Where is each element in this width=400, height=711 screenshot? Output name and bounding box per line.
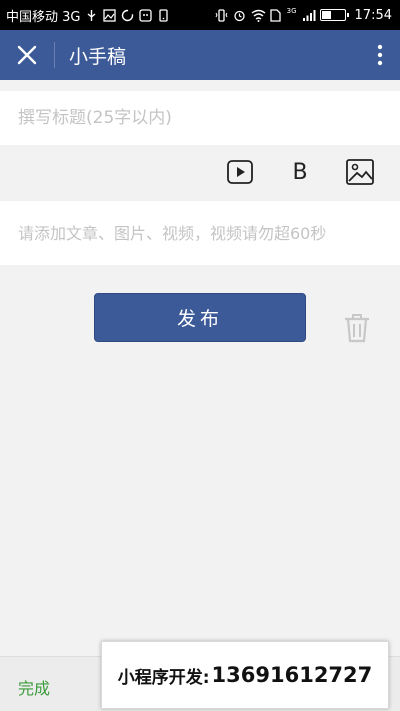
delete-button[interactable] xyxy=(343,313,371,343)
title-field-row xyxy=(0,91,400,145)
close-icon xyxy=(17,45,37,65)
notification-icon xyxy=(157,8,170,22)
content-input[interactable] xyxy=(16,222,390,244)
nav-bar: 小手稿 xyxy=(0,30,400,80)
status-bar-left: 中国移动 3G xyxy=(6,6,170,25)
usb-icon xyxy=(85,9,98,22)
alarm-icon xyxy=(233,9,246,22)
content-field-row xyxy=(0,201,400,265)
sync-icon xyxy=(121,9,134,22)
sim-icon xyxy=(269,8,282,22)
signal-icon xyxy=(302,9,316,22)
page-title: 小手稿 xyxy=(69,45,127,68)
bold-button[interactable]: B xyxy=(283,155,317,189)
nav-separator xyxy=(54,42,55,68)
battery-icon xyxy=(319,9,349,21)
network-badge: 3G xyxy=(286,6,297,15)
insert-video-button[interactable] xyxy=(223,155,257,189)
more-button[interactable] xyxy=(360,30,400,80)
image-icon xyxy=(346,159,374,185)
insert-image-button[interactable] xyxy=(343,155,377,189)
status-bar-right: 3G 17:54 xyxy=(215,6,392,23)
vibrate-icon xyxy=(215,8,228,22)
video-play-icon xyxy=(227,160,253,184)
promo-phone-number: 13691612727 xyxy=(211,663,373,687)
publish-button[interactable]: 发布 xyxy=(94,293,306,342)
status-bar: 中国移动 3G 3G 17:54 xyxy=(0,0,400,30)
promo-label: 小程序开发: xyxy=(117,667,210,688)
promo-banner: 小程序开发: 13691612727 xyxy=(101,641,389,709)
format-toolbar: B xyxy=(0,145,400,201)
bold-label: B xyxy=(292,159,308,185)
title-input[interactable] xyxy=(16,107,380,129)
wifi-icon xyxy=(251,9,266,22)
done-button[interactable]: 完成 xyxy=(18,675,50,699)
clock-text: 17:54 xyxy=(354,7,392,23)
carrier-text: 中国移动 3G xyxy=(6,9,81,25)
wechat-icon xyxy=(139,8,153,22)
gallery-icon xyxy=(103,8,117,22)
close-button[interactable] xyxy=(0,30,54,80)
more-vertical-icon xyxy=(377,44,383,66)
trash-icon xyxy=(345,314,369,343)
battery-level xyxy=(321,11,331,19)
